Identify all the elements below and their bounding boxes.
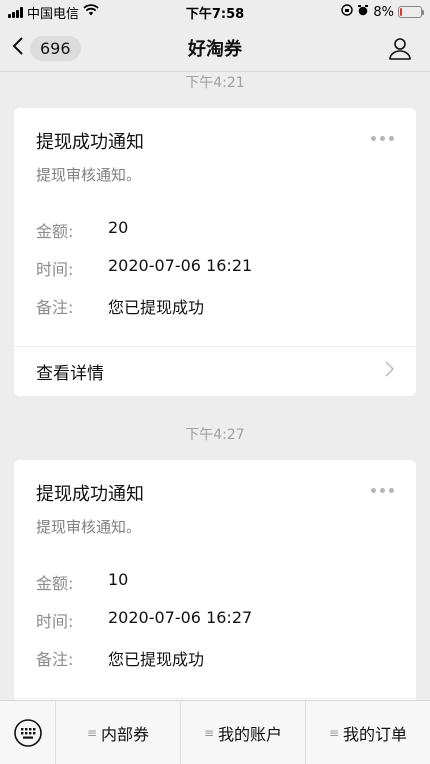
card-title: 提现成功通知 <box>36 484 144 505</box>
message-list[interactable]: 下午4:21 提现成功通知 提现审核通知。 金额: 20 时间: 2020-07… <box>0 72 430 700</box>
keyboard-toggle-button[interactable] <box>0 701 56 764</box>
field-remark: 备注: 您已提现成功 <box>36 646 204 670</box>
menu-item-account[interactable]: ≡ 我的账户 <box>181 701 306 764</box>
more-dots-icon[interactable] <box>371 488 394 493</box>
field-value: 2020-07-06 16:21 <box>108 256 253 275</box>
lock-rotation-icon <box>341 4 354 20</box>
field-value: 您已提现成功 <box>108 298 205 317</box>
chevron-right-icon <box>385 360 395 382</box>
unread-count-badge: 696 <box>30 35 81 61</box>
keyboard-icon <box>13 719 42 747</box>
field-label: 备注: <box>36 298 74 317</box>
card-title: 提现成功通知 <box>36 132 144 153</box>
message-time: 下午4:27 <box>185 427 245 443</box>
field-label: 金额: <box>36 574 74 593</box>
card-subtitle: 提现审核通知。 <box>36 518 142 536</box>
card-divider <box>14 698 416 699</box>
field-label: 金额: <box>36 222 74 241</box>
view-details-link[interactable]: 查看详情 <box>14 347 416 395</box>
card-subtitle: 提现审核通知。 <box>36 166 142 184</box>
user-icon[interactable] <box>388 36 412 60</box>
battery-icon <box>398 6 424 18</box>
field-value: 2020-07-06 16:27 <box>108 608 253 627</box>
wifi-icon <box>83 4 99 20</box>
field-amount: 金额: 20 <box>36 218 128 242</box>
signal-icon <box>8 6 23 18</box>
battery-percent: 8% <box>373 4 394 20</box>
menu-lines-icon: ≡ <box>328 725 340 740</box>
message-time: 下午4:21 <box>185 75 245 91</box>
field-value: 您已提现成功 <box>108 650 205 669</box>
field-value: 20 <box>108 218 129 237</box>
field-label: 备注: <box>36 650 74 669</box>
field-label: 时间: <box>36 260 74 279</box>
field-label: 时间: <box>36 612 74 631</box>
menu-lines-icon: ≡ <box>203 725 215 740</box>
field-time: 时间: 2020-07-06 16:27 <box>36 608 252 632</box>
message-card: 提现成功通知 提现审核通知。 金额: 20 时间: 2020-07-06 16:… <box>14 108 416 396</box>
field-amount: 金额: 10 <box>36 570 128 594</box>
page-title: 好淘券 <box>188 38 242 60</box>
view-details-label: 查看详情 <box>36 363 104 384</box>
carrier-name: 中国电信 <box>27 6 80 22</box>
menu-item-label: 我的订单 <box>343 724 408 744</box>
menu-item-orders[interactable]: ≡ 我的订单 <box>306 701 430 764</box>
back-button[interactable]: 696 <box>12 32 81 64</box>
menu-item-label: 内部券 <box>101 724 150 744</box>
field-remark: 备注: 您已提现成功 <box>36 294 204 318</box>
message-card: 提现成功通知 提现审核通知。 金额: 10 时间: 2020-07-06 16:… <box>14 460 416 700</box>
alarm-icon <box>357 4 369 20</box>
nav-bar: 696 好淘券 <box>0 24 430 72</box>
menu-item-coupons[interactable]: ≡ 内部券 <box>56 701 181 764</box>
menu-lines-icon: ≡ <box>86 725 98 740</box>
chevron-left-icon <box>12 36 24 61</box>
status-bar: 中国电信 下午7:58 8% <box>0 0 430 24</box>
field-value: 10 <box>108 570 129 589</box>
more-dots-icon[interactable] <box>371 136 394 141</box>
menu-item-label: 我的账户 <box>218 724 283 744</box>
bottom-menu: ≡ 内部券 ≡ 我的账户 ≡ 我的订单 <box>0 700 430 764</box>
field-time: 时间: 2020-07-06 16:21 <box>36 256 252 280</box>
